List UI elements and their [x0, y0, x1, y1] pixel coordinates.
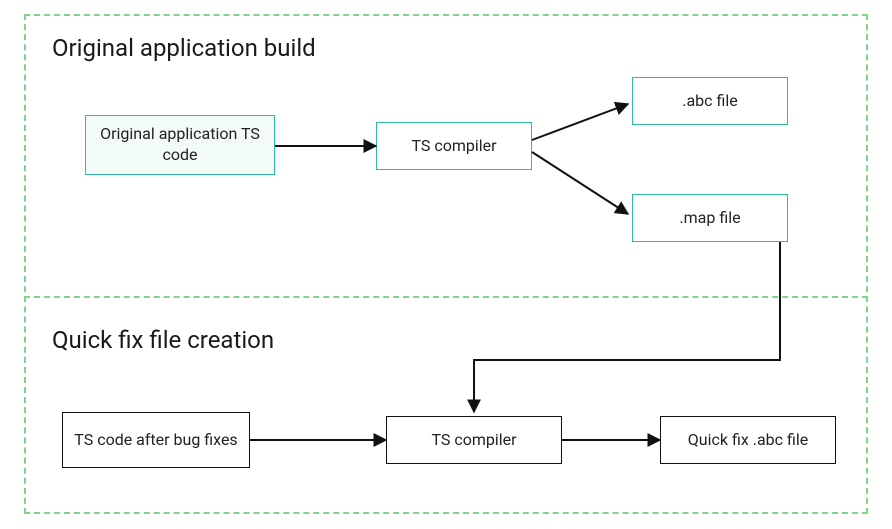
- node-map-file: .map file: [632, 194, 788, 242]
- node-ts-compiler-bottom: TS compiler: [386, 416, 562, 464]
- diagram-canvas: Original application build Quick fix fil…: [0, 0, 892, 529]
- node-ts-code-fixed: TS code after bug fixes: [62, 412, 250, 468]
- node-ts-compiler-top: TS compiler: [376, 122, 532, 170]
- region-title-bottom: Quick fix file creation: [52, 326, 274, 354]
- node-abc-file: .abc file: [632, 77, 788, 125]
- region-title-top: Original application build: [52, 34, 316, 62]
- region-separator: [24, 296, 868, 298]
- node-quick-fix-abc: Quick fix .abc file: [660, 416, 836, 464]
- node-original-ts-code: Original application TS code: [85, 115, 275, 175]
